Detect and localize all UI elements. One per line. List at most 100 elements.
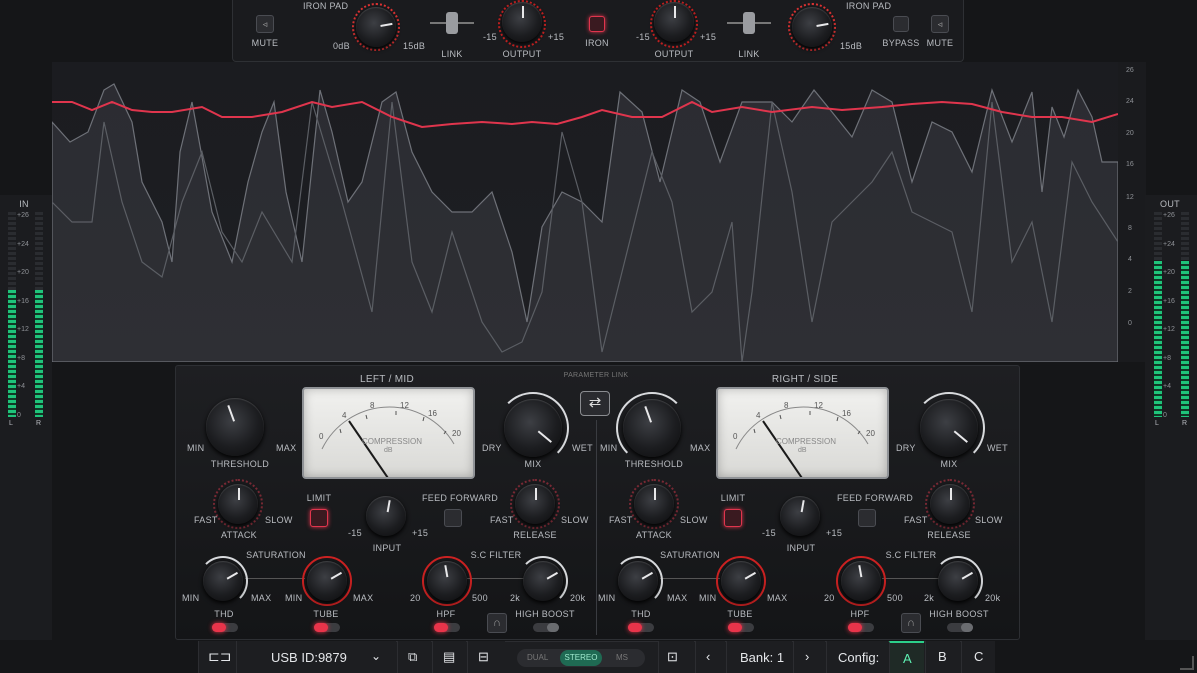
ab-compare-button[interactable]: ⊡ bbox=[658, 641, 694, 673]
mute-right-button[interactable]: ◃ bbox=[931, 15, 949, 33]
right-hpf-knob[interactable] bbox=[841, 561, 881, 601]
meter-scale-tick: +8 bbox=[1163, 354, 1171, 362]
output-left-min: -15 bbox=[483, 32, 497, 42]
left-mix-dry: DRY bbox=[482, 443, 502, 453]
mode-switch[interactable]: DUAL STEREO MS bbox=[517, 649, 645, 667]
config-b-button[interactable]: B bbox=[925, 641, 960, 673]
parameter-link-button[interactable]: ⇄ bbox=[580, 391, 610, 416]
link-chain-icon: ⊏⊐ bbox=[208, 648, 232, 664]
input-meter-right bbox=[35, 212, 43, 417]
right-release-knob[interactable] bbox=[930, 484, 970, 524]
mode-dual[interactable]: DUAL bbox=[527, 653, 548, 662]
right-thd-min: MIN bbox=[598, 593, 616, 603]
left-attack-slow: SLOW bbox=[265, 515, 293, 525]
iron-button[interactable] bbox=[589, 16, 605, 32]
left-release-label: RELEASE bbox=[513, 530, 557, 540]
right-attack-slow: SLOW bbox=[680, 515, 708, 525]
left-headphones-icon[interactable]: ∩ bbox=[487, 613, 507, 633]
left-high-boost-knob[interactable] bbox=[523, 561, 563, 601]
left-input-knob[interactable] bbox=[366, 496, 406, 536]
right-attack-knob[interactable] bbox=[634, 484, 674, 524]
right-thd-max: MAX bbox=[667, 593, 688, 603]
left-tube-label: TUBE bbox=[313, 609, 339, 619]
left-limit-button[interactable] bbox=[310, 509, 328, 527]
config-c-button[interactable]: C bbox=[961, 641, 995, 673]
link-left-label: LINK bbox=[441, 49, 463, 59]
output-l-label: L bbox=[1155, 420, 1160, 427]
output-right-knob[interactable] bbox=[654, 2, 694, 42]
config-label-cell: Config: bbox=[826, 641, 888, 673]
right-thd-toggle[interactable] bbox=[628, 623, 654, 632]
mode-ms[interactable]: MS bbox=[616, 653, 628, 662]
left-feed-forward-label: FEED FORWARD bbox=[422, 493, 499, 503]
left-tube-toggle[interactable] bbox=[314, 623, 340, 632]
right-tube-min: MIN bbox=[699, 593, 717, 603]
bypass-button[interactable] bbox=[893, 16, 909, 32]
mute-left-button[interactable]: ◃ bbox=[256, 15, 274, 33]
config-a-button[interactable]: A bbox=[889, 641, 924, 673]
right-headphones-icon[interactable]: ∩ bbox=[901, 613, 921, 633]
saturation-link-line bbox=[245, 578, 305, 579]
paste-button[interactable]: ▤ bbox=[432, 641, 466, 673]
right-high-boost-toggle[interactable] bbox=[947, 623, 973, 632]
right-thd-knob[interactable] bbox=[618, 561, 658, 601]
meter-scale-tick: +24 bbox=[1163, 240, 1175, 248]
left-hpf-knob[interactable] bbox=[427, 561, 467, 601]
left-threshold-min: MIN bbox=[187, 443, 205, 453]
right-hpf-toggle[interactable] bbox=[848, 623, 874, 632]
right-high-boost-knob[interactable] bbox=[938, 561, 978, 601]
output-meter-label: OUT bbox=[1160, 199, 1180, 209]
plugin-window: { "top": { "mute_left": "MUTE", "iron_pa… bbox=[0, 0, 1197, 673]
iron-pad-right-label: IRON PAD bbox=[846, 1, 892, 11]
right-input-min: -15 bbox=[762, 528, 776, 538]
input-meter-left bbox=[8, 212, 16, 417]
right-limit-button[interactable] bbox=[724, 509, 742, 527]
left-release-knob[interactable] bbox=[515, 484, 555, 524]
right-feed-forward-label: FEED FORWARD bbox=[837, 493, 914, 503]
left-attack-knob[interactable] bbox=[218, 484, 258, 524]
right-saturation-label: SATURATION bbox=[660, 550, 720, 560]
bank-label: Bank: 1 bbox=[740, 650, 785, 665]
right-input-label: INPUT bbox=[786, 543, 816, 553]
bank-prev-button[interactable]: ‹ bbox=[695, 641, 725, 673]
link-right-switch[interactable] bbox=[727, 12, 771, 34]
right-threshold-label: THRESHOLD bbox=[624, 459, 684, 469]
copy-button[interactable]: ⧉ bbox=[397, 641, 431, 673]
left-threshold-label: THRESHOLD bbox=[210, 459, 270, 469]
right-high-boost-label: HIGH BOOST bbox=[929, 609, 989, 619]
output-left-knob[interactable] bbox=[502, 2, 542, 42]
right-limit-label: LIMIT bbox=[720, 493, 746, 503]
left-hpf-toggle[interactable] bbox=[434, 623, 460, 632]
meter-scale-tick: +24 bbox=[17, 240, 29, 248]
right-attack-label: ATTACK bbox=[636, 530, 672, 540]
iron-pad-right-knob[interactable] bbox=[792, 7, 832, 47]
left-thd-knob[interactable] bbox=[203, 561, 243, 601]
left-high-boost-toggle[interactable] bbox=[533, 623, 559, 632]
left-tube-knob[interactable] bbox=[307, 561, 347, 601]
right-feed-forward-button[interactable] bbox=[858, 509, 876, 527]
right-tube-knob[interactable] bbox=[721, 561, 761, 601]
left-attack-label: ATTACK bbox=[221, 530, 257, 540]
left-threshold-knob[interactable] bbox=[206, 398, 264, 456]
resize-handle[interactable] bbox=[1180, 656, 1194, 670]
chevron-left-icon: ‹ bbox=[706, 649, 711, 664]
clipboard-icon: ▤ bbox=[443, 649, 456, 664]
right-input-knob[interactable] bbox=[780, 496, 820, 536]
left-feed-forward-button[interactable] bbox=[444, 509, 462, 527]
input-meter-scale: +26 +24 +20 +16 +12 +8 +4 0 bbox=[17, 212, 34, 419]
right-mix-knob[interactable] bbox=[920, 399, 978, 457]
swap-button[interactable]: ⊟ bbox=[467, 641, 505, 673]
iron-pad-left-knob[interactable] bbox=[356, 7, 396, 47]
link-left-switch[interactable] bbox=[430, 12, 474, 34]
left-mix-knob[interactable] bbox=[504, 399, 562, 457]
left-thd-toggle[interactable] bbox=[212, 623, 238, 632]
meter-scale-tick: +20 bbox=[1163, 269, 1175, 277]
right-tube-toggle[interactable] bbox=[728, 623, 754, 632]
right-threshold-knob[interactable] bbox=[623, 399, 681, 457]
link-mode-button[interactable]: ⊏⊐ bbox=[198, 641, 236, 673]
device-select[interactable]: USB ID:9879 ⌄ bbox=[236, 641, 396, 673]
mode-stereo[interactable]: STEREO bbox=[560, 650, 602, 666]
mute-left-label: MUTE bbox=[251, 38, 279, 48]
meter-scale-tick: +12 bbox=[1163, 326, 1175, 334]
bank-next-button[interactable]: › bbox=[793, 641, 825, 673]
